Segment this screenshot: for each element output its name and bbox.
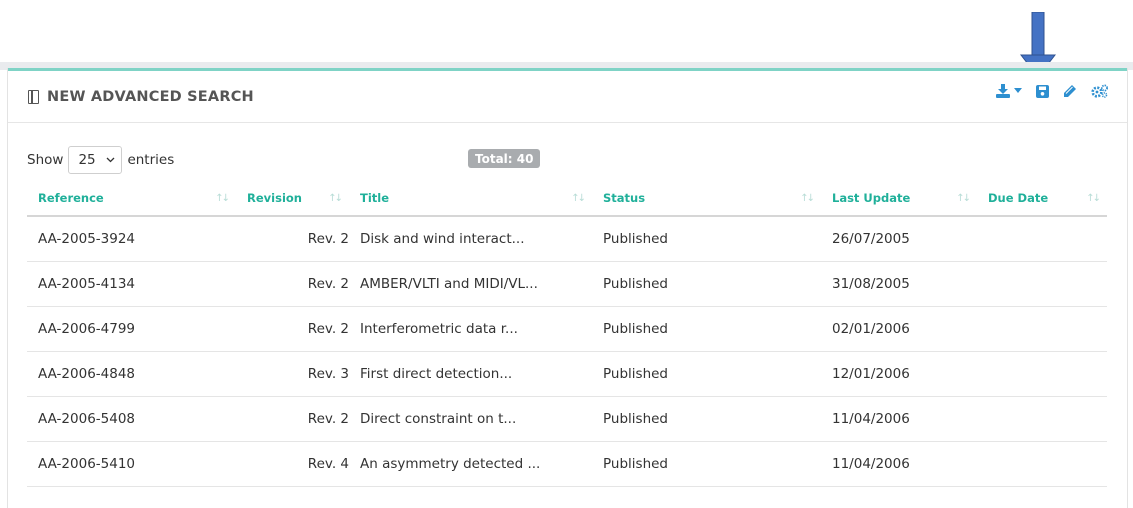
table-header-row: Reference ↑↓ Revision ↑↓ Title ↑↓ Status ↑↓ … xyxy=(27,181,1107,217)
edit-icon xyxy=(1064,85,1076,97)
sort-icon: ↑↓ xyxy=(215,193,230,204)
due-date-cell xyxy=(977,396,1107,442)
results-table: Reference ↑↓ Revision ↑↓ Title ↑↓ Status ↑↓ … xyxy=(27,181,1107,487)
panel-toolbar xyxy=(996,84,1109,98)
show-label: Show xyxy=(27,152,64,168)
reference-link[interactable]: AA-2006-5410 xyxy=(27,441,236,487)
revision-cell: Rev. 2 xyxy=(236,396,349,442)
status-cell: Published xyxy=(592,216,821,262)
settings-icon xyxy=(1091,84,1108,98)
table-length-control: Show 25 entries xyxy=(27,146,174,174)
title-cell: AMBER/VLTI and MIDI/VL... xyxy=(349,261,592,307)
chevron-down-icon xyxy=(106,157,115,163)
entries-label: entries xyxy=(127,152,175,168)
column-header-status[interactable]: Status ↑↓ xyxy=(592,181,821,217)
last-update-cell: 26/07/2005 xyxy=(821,216,977,262)
download-icon xyxy=(996,84,1010,98)
table-row[interactable]: AA-2005-3924 Rev. 2 Disk and wind intera… xyxy=(27,216,1107,262)
table-row[interactable]: AA-2006-5410 Rev. 4 An asymmetry detecte… xyxy=(27,441,1107,487)
edit-button[interactable] xyxy=(1063,84,1077,98)
reference-link[interactable]: AA-2005-3924 xyxy=(27,216,236,262)
title-cell: Interferometric data r... xyxy=(349,306,592,352)
reference-link[interactable]: AA-2006-5408 xyxy=(27,396,236,442)
caret-down-icon xyxy=(1014,88,1022,93)
title-cell: First direct detection... xyxy=(349,351,592,397)
revision-cell: Rev. 2 xyxy=(236,261,349,307)
column-header-title[interactable]: Title ↑↓ xyxy=(349,181,592,217)
panel-title: NEW ADVANCED SEARCH xyxy=(28,89,254,105)
table-row[interactable]: AA-2006-5408 Rev. 2 Direct constraint on… xyxy=(27,396,1107,442)
sort-icon: ↑↓ xyxy=(1086,193,1101,204)
column-header-due-date[interactable]: Due Date ↑↓ xyxy=(977,181,1107,217)
reference-link[interactable]: AA-2006-4848 xyxy=(27,351,236,397)
status-cell: Published xyxy=(592,306,821,352)
total-badge: Total: 40 xyxy=(468,149,541,168)
status-cell: Published xyxy=(592,261,821,307)
entries-select[interactable]: 25 xyxy=(68,146,123,174)
sort-icon: ↑↓ xyxy=(571,193,586,204)
sort-icon: ↑↓ xyxy=(956,193,971,204)
reference-link[interactable]: AA-2006-4799 xyxy=(27,306,236,352)
save-button[interactable] xyxy=(1036,84,1049,98)
due-date-cell xyxy=(977,216,1107,262)
panel-title-text: NEW ADVANCED SEARCH xyxy=(47,88,254,105)
settings-button[interactable] xyxy=(1091,84,1109,98)
due-date-cell xyxy=(977,306,1107,352)
table-row[interactable]: AA-2005-4134 Rev. 2 AMBER/VLTI and MIDI/… xyxy=(27,261,1107,307)
due-date-cell xyxy=(977,441,1107,487)
sort-icon: ↑↓ xyxy=(328,193,343,204)
revision-cell: Rev. 4 xyxy=(236,441,349,487)
panel-header: NEW ADVANCED SEARCH xyxy=(8,71,1127,123)
column-header-revision[interactable]: Revision ↑↓ xyxy=(236,181,349,217)
last-update-cell: 11/04/2006 xyxy=(821,441,977,487)
title-cell: An asymmetry detected ... xyxy=(349,441,592,487)
advanced-search-panel: NEW ADVANCED SEARCH Show 25 entries Tota… xyxy=(7,68,1128,508)
revision-cell: Rev. 3 xyxy=(236,351,349,397)
last-update-cell: 11/04/2006 xyxy=(821,396,977,442)
status-cell: Published xyxy=(592,351,821,397)
status-cell: Published xyxy=(592,441,821,487)
last-update-cell: 12/01/2006 xyxy=(821,351,977,397)
download-menu-button[interactable] xyxy=(996,84,1022,98)
save-icon xyxy=(1036,84,1049,98)
reference-link[interactable]: AA-2005-4134 xyxy=(27,261,236,307)
column-header-last-update[interactable]: Last Update ↑↓ xyxy=(821,181,977,217)
last-update-cell: 31/08/2005 xyxy=(821,261,977,307)
column-header-reference[interactable]: Reference ↑↓ xyxy=(27,181,236,217)
sort-icon: ↑↓ xyxy=(800,193,815,204)
revision-cell: Rev. 2 xyxy=(236,216,349,262)
status-cell: Published xyxy=(592,396,821,442)
last-update-cell: 02/01/2006 xyxy=(821,306,977,352)
title-cell: Disk and wind interact... xyxy=(349,216,592,262)
title-cell: Direct constraint on t... xyxy=(349,396,592,442)
entries-select-value: 25 xyxy=(78,152,96,168)
book-icon xyxy=(28,89,39,104)
revision-cell: Rev. 2 xyxy=(236,306,349,352)
due-date-cell xyxy=(977,351,1107,397)
due-date-cell xyxy=(977,261,1107,307)
table-row[interactable]: AA-2006-4799 Rev. 2 Interferometric data… xyxy=(27,306,1107,352)
table-row[interactable]: AA-2006-4848 Rev. 3 First direct detecti… xyxy=(27,351,1107,397)
